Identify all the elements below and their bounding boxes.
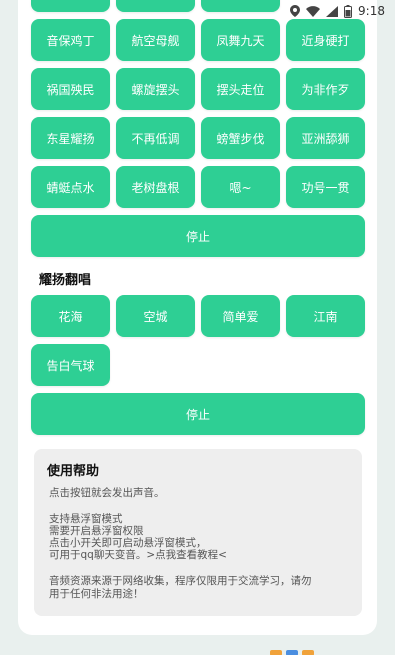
sound-button[interactable]: 蜻蜓点水 — [31, 166, 110, 208]
help-text: 用于任何非法用途！ — [49, 588, 144, 600]
status-time: 9:18 — [358, 4, 385, 18]
song-button[interactable]: 简单爱 — [201, 295, 280, 337]
battery-icon — [344, 4, 353, 18]
location-icon — [290, 5, 301, 17]
help-text: 需要开启悬浮窗权限 — [49, 525, 144, 537]
help-title: 使用帮助 — [47, 464, 100, 479]
song-button[interactable]: 空城 — [116, 295, 195, 337]
help-text: 支持悬浮窗模式 — [49, 513, 123, 525]
tutorial-link[interactable]: 可用于qq聊天变音。>点我查看教程< — [49, 549, 227, 561]
sound-button[interactable]: 功号一贯 — [286, 166, 365, 208]
sound-button[interactable]: 嗯~ — [201, 166, 280, 208]
sound-button[interactable]: 摆头走位 — [201, 68, 280, 110]
stop-button[interactable]: 停止 — [31, 393, 365, 435]
help-panel: 使用帮助 点击按钮就会发出声音。 支持悬浮窗模式 需要开启悬浮窗权限 点击小开关… — [34, 449, 362, 616]
help-text: 音频资源来源于网络收集，程序仅限用于交流学习，请勿 — [49, 575, 312, 587]
sound-button[interactable]: 航空母舰 — [116, 19, 195, 61]
signal-icon — [326, 5, 339, 17]
sound-button[interactable]: 螃蟹步伐 — [201, 117, 280, 159]
stop-button[interactable]: 停止 — [31, 215, 365, 257]
wifi-icon — [306, 5, 321, 17]
indicator-icon — [286, 650, 298, 655]
indicator-icon — [302, 650, 314, 655]
sound-button[interactable]: 亚洲舔狮 — [286, 117, 365, 159]
help-text: 点击小开关即可启动悬浮窗模式， — [49, 537, 207, 549]
song-button[interactable]: 江南 — [286, 295, 365, 337]
sound-button[interactable]: 近身硬打 — [286, 19, 365, 61]
help-text: 点击按钮就会发出声音。 — [49, 487, 165, 499]
sound-button[interactable]: 为非作歹 — [286, 68, 365, 110]
sound-button[interactable]: 凤舞九天 — [201, 19, 280, 61]
sound-button[interactable]: 螺旋摆头 — [116, 68, 195, 110]
sound-button[interactable]: 老树盘根 — [116, 166, 195, 208]
sound-button[interactable]: 东星耀扬 — [31, 117, 110, 159]
bottom-indicators — [270, 650, 314, 655]
sound-button[interactable]: 祸国殃民 — [31, 68, 110, 110]
sound-button[interactable]: 不再低调 — [116, 117, 195, 159]
sound-button[interactable]: 音保鸡丁 — [31, 19, 110, 61]
indicator-icon — [270, 650, 282, 655]
status-bar: 9:18 — [0, 0, 395, 22]
song-button[interactable]: 花海 — [31, 295, 110, 337]
song-button[interactable]: 告白气球 — [31, 344, 110, 386]
section-title-covers: 耀扬翻唱 — [39, 273, 92, 288]
